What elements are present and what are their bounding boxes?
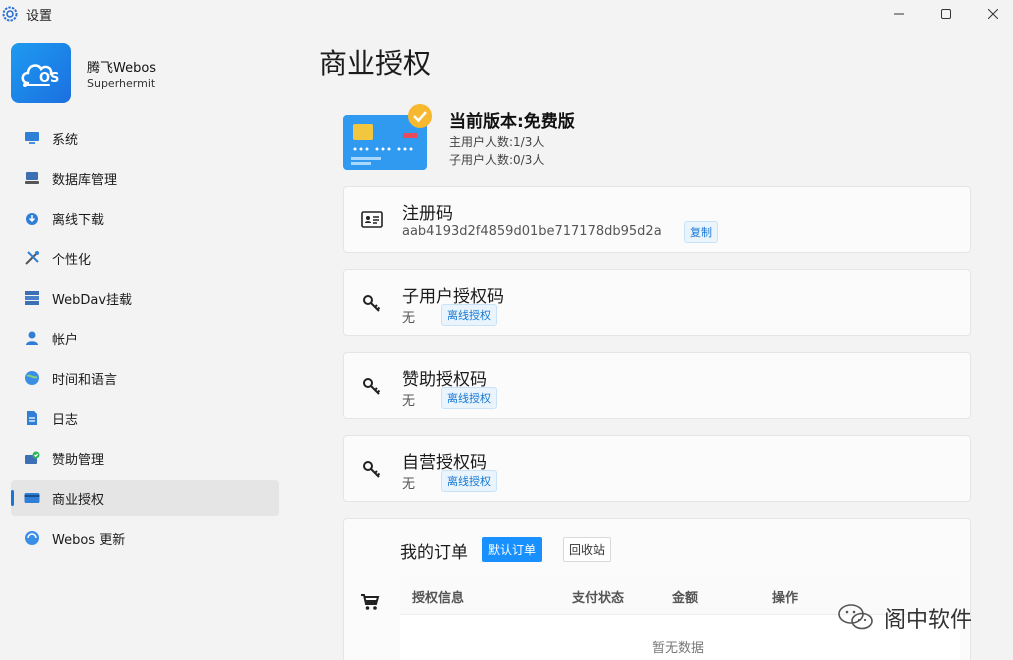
license-summary: 当前版本:免费版 主用户人数:1/3人 子用户人数:0/3人 (343, 103, 971, 173)
svg-text:OS: OS (39, 71, 59, 86)
self-auth-panel: 自营授权码 无 离线授权 (343, 435, 971, 502)
cloud-download-icon (24, 210, 40, 226)
column-header: 金额 (672, 591, 699, 606)
user-icon (24, 330, 40, 346)
sponsor-auth-value: 无 (402, 394, 416, 409)
sidebar-item-sponsor[interactable]: 赞助管理 (11, 440, 279, 476)
minimize-icon (894, 13, 904, 15)
sidebar-item-label: Webos 更新 (52, 532, 126, 548)
current-version: 当前版本:免费版 (449, 112, 575, 132)
sub-user-auth-value: 无 (402, 311, 416, 326)
sidebar-item-label: 帐户 (52, 332, 79, 348)
sponsor-auth-panel: 赞助授权码 无 离线授权 (343, 352, 971, 419)
sub-user-auth-panel: 子用户授权码 无 离线授权 (343, 269, 971, 336)
copy-button[interactable]: 复制 (684, 221, 718, 243)
sidebar-item-personalization[interactable]: 个性化 (11, 240, 279, 276)
maximize-icon (941, 9, 951, 19)
globe-clock-icon (24, 370, 40, 386)
database-icon (24, 170, 40, 186)
sidebar-item-label: 系统 (52, 132, 79, 148)
self-auth-value: 无 (402, 477, 416, 492)
server-stack-icon (24, 290, 40, 306)
empty-state-text: 暂无数据 (652, 641, 705, 656)
avatar: OS (11, 43, 71, 103)
sidebar-item-webdav[interactable]: WebDav挂载 (11, 280, 279, 316)
profile-name: 腾飞Webos (87, 61, 157, 76)
page-title: 商业授权 (319, 47, 432, 80)
watermark: 阁中软件 (836, 600, 1006, 633)
recycle-bin-button[interactable]: 回收站 (563, 537, 612, 562)
sub-user-count: 子用户人数:0/3人 (449, 153, 545, 167)
sidebar-nav: 系统 数据库管理 离线下载 个性化 WebDav挂载 帐户 时间和语言 日志 赞… (11, 120, 279, 560)
paint-tools-icon (24, 250, 40, 266)
register-code-title: 注册码 (402, 204, 453, 224)
sidebar-item-time-language[interactable]: 时间和语言 (11, 360, 279, 396)
main-user-count: 主用户人数:1/3人 (449, 135, 545, 149)
close-icon (988, 9, 998, 19)
offline-auth-button[interactable]: 离线授权 (441, 304, 497, 326)
minimize-button[interactable] (876, 0, 922, 28)
key-icon (363, 295, 381, 312)
maximize-button[interactable] (923, 0, 969, 28)
register-code-panel: 注册码 aab4193d2f4859d01be717178db95d2a 复制 (343, 186, 971, 253)
sidebar-item-label: 个性化 (52, 252, 92, 268)
sidebar-item-commercial-license[interactable]: 商业授权 (11, 480, 279, 516)
sidebar-item-database[interactable]: 数据库管理 (11, 160, 279, 196)
profile-subtitle: Superhermit (87, 77, 156, 90)
sponsor-card-icon (24, 450, 40, 466)
webos-cloud-logo-icon: OS (21, 64, 59, 87)
orders-title: 我的订单 (400, 543, 468, 563)
document-icon (24, 410, 40, 426)
sidebar-item-label: 赞助管理 (52, 452, 105, 468)
sidebar-item-system[interactable]: 系统 (11, 120, 279, 156)
key-icon (363, 378, 381, 395)
sidebar-item-label: 商业授权 (52, 492, 105, 508)
monitor-icon (24, 130, 40, 146)
update-globe-icon (24, 530, 40, 546)
settings-gear-icon (2, 6, 18, 22)
close-button[interactable] (970, 0, 1013, 28)
sidebar-item-log[interactable]: 日志 (11, 400, 279, 436)
sidebar-item-label: 时间和语言 (52, 372, 118, 388)
sidebar-item-account[interactable]: 帐户 (11, 320, 279, 356)
sidebar-item-label: WebDav挂载 (52, 292, 133, 308)
wechat-icon (838, 604, 873, 630)
id-card-icon (361, 211, 383, 228)
column-header: 支付状态 (572, 591, 625, 606)
sidebar-item-offline-download[interactable]: 离线下载 (11, 200, 279, 236)
sidebar-item-label: 离线下载 (52, 212, 105, 228)
offline-auth-button[interactable]: 离线授权 (441, 387, 497, 409)
register-code-value: aab4193d2f4859d01be717178db95d2a (402, 224, 662, 239)
title-bar: 设置 (0, 0, 1013, 30)
cart-icon (361, 594, 380, 610)
offline-auth-button[interactable]: 离线授权 (441, 470, 497, 492)
sidebar-item-label: 数据库管理 (52, 172, 118, 188)
orders-panel: 我的订单 默认订单 回收站 授权信息 支付状态 金额 操作 暂无数据 (343, 518, 971, 660)
key-icon (363, 461, 381, 478)
column-header: 授权信息 (412, 591, 465, 606)
sidebar-item-webos-update[interactable]: Webos 更新 (11, 520, 279, 556)
default-orders-button[interactable]: 默认订单 (482, 537, 543, 562)
watermark-text: 阁中软件 (884, 608, 973, 633)
user-profile[interactable]: OS 腾飞Webos Superhermit (11, 43, 271, 105)
column-header: 操作 (772, 591, 799, 606)
credit-card-icon (24, 490, 40, 506)
window-title: 设置 (26, 9, 53, 24)
license-card-illustration-icon (343, 104, 432, 170)
sidebar-item-label: 日志 (52, 412, 79, 428)
